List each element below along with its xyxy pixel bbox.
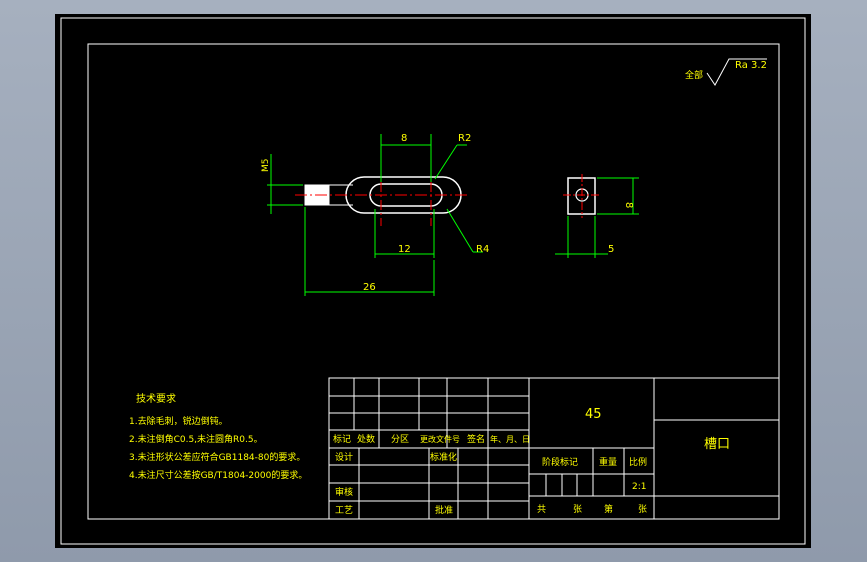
title-block-text: 标记 处数 分区 更改文件号 签名 年、月、日 设计 标准化 审核 工艺 批准 … — [333, 407, 730, 516]
dim-thread: M5 — [261, 159, 271, 173]
tb-sheets: 张 — [573, 504, 582, 515]
tb-scale-value: 2:1 — [632, 482, 646, 492]
technical-requirements: 技术要求 1.去除毛刺，锐边倒钝。 2.未注倒角C0.5,未注圆角R0.5。 3… — [129, 392, 307, 481]
front-dimensions — [267, 134, 483, 296]
roughness-value: Ra 3.2 — [735, 60, 767, 71]
tech-req-item: 1.去除毛刺，锐边倒钝。 — [129, 415, 228, 427]
tb-review: 审核 — [335, 486, 353, 498]
dim-radius-bottom: R4 — [476, 244, 489, 255]
tb-scale-label: 比例 — [629, 456, 647, 468]
roughness-prefix: 全部 — [685, 69, 703, 81]
tb-total: 共 — [537, 504, 546, 515]
tb-col-signature: 签名 — [467, 433, 485, 445]
drawing-canvas: 全部 Ra 3.2 8 R2 M5 12 R4 26 8 5 技术要求 1.去除… — [60, 17, 806, 545]
dim-side-height: 8 — [623, 202, 634, 208]
tb-col-change-doc: 更改文件号 — [420, 434, 460, 444]
tb-col-date: 年、月、日 — [490, 434, 530, 444]
tb-sheet-unit: 张 — [638, 504, 647, 515]
tech-req-title: 技术要求 — [136, 392, 176, 405]
tb-design: 设计 — [335, 451, 353, 463]
tb-col-mark: 标记 — [333, 433, 351, 445]
dim-side-width: 5 — [608, 244, 614, 255]
dim-radius-top: R2 — [458, 133, 471, 144]
cad-viewport[interactable]: 全部 Ra 3.2 8 R2 M5 12 R4 26 8 5 技术要求 1.去除… — [55, 14, 811, 548]
tb-stage-mark: 阶段标记 — [542, 456, 578, 468]
tb-standardization: 标准化 — [430, 451, 457, 463]
tb-sheet-no: 第 — [604, 503, 613, 515]
tb-col-count: 处数 — [357, 433, 375, 445]
tech-req-item: 4.未注尺寸公差按GB/T1804-2000的要求。 — [129, 469, 307, 481]
tech-req-item: 2.未注倒角C0.5,未注圆角R0.5。 — [129, 433, 263, 445]
dim-slot-length: 12 — [398, 244, 411, 255]
tb-process: 工艺 — [335, 505, 353, 516]
tech-req-item: 3.未注形状公差应符合GB1184-80的要求。 — [129, 451, 305, 463]
tb-approve: 批准 — [435, 504, 453, 516]
dim-slot-width: 8 — [401, 133, 407, 144]
dim-overall-length: 26 — [363, 282, 376, 293]
tb-part-name: 槽口 — [704, 437, 730, 452]
tb-material: 45 — [585, 407, 602, 422]
tb-weight: 重量 — [599, 456, 617, 468]
tb-col-zone: 分区 — [391, 434, 409, 445]
side-view — [563, 174, 601, 218]
side-dimension-text: 8 5 — [608, 202, 634, 255]
roughness-symbol: 全部 Ra 3.2 — [685, 58, 767, 86]
